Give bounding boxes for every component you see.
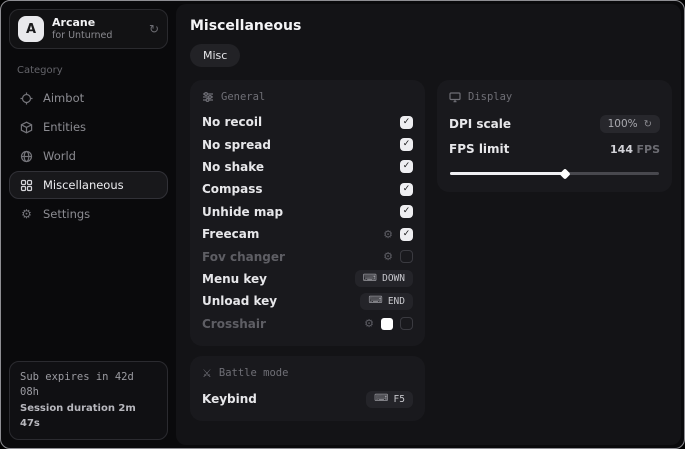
app-logo: A: [18, 16, 44, 42]
battle-mode-panel: ⚔ Battle mode Keybind ⌨F5: [190, 356, 425, 421]
sidebar-item-label: Miscellaneous: [43, 178, 124, 192]
row-compass: Compass ✓: [202, 178, 413, 200]
keyboard-icon: ⌨: [374, 394, 388, 404]
row-menu-key: Menu key ⌨DOWN: [202, 268, 413, 290]
panel-title: Battle mode: [219, 367, 289, 379]
keyboard-icon: ⌨: [363, 274, 377, 284]
globe-icon: [20, 150, 33, 163]
check-icon: ✓: [403, 185, 411, 194]
cube-icon: [20, 121, 33, 134]
page-title: Miscellaneous: [190, 18, 667, 34]
gear-icon: ⚙: [20, 207, 33, 221]
row-unhide-map: Unhide map ✓: [202, 201, 413, 223]
row-no-recoil: No recoil ✓: [202, 111, 413, 133]
reset-icon[interactable]: ↻: [644, 119, 652, 130]
fps-limit-slider[interactable]: [450, 172, 659, 175]
sidebar: A Arcane for Unturned ↻ Category Aimbot …: [1, 1, 176, 448]
no-recoil-checkbox[interactable]: ✓: [400, 116, 413, 129]
sidebar-item-label: Entities: [43, 120, 86, 134]
fps-slider-thumb[interactable]: [559, 168, 570, 179]
row-unload-key: Unload key ⌨END: [202, 290, 413, 312]
no-shake-checkbox[interactable]: ✓: [400, 160, 413, 173]
monitor-icon: [449, 91, 461, 103]
grid-icon: [20, 179, 33, 192]
battle-keybind-badge[interactable]: ⌨F5: [366, 391, 413, 408]
fps-value: 144: [610, 143, 633, 156]
app-card: A Arcane for Unturned ↻: [9, 9, 168, 49]
unload-key-badge[interactable]: ⌨END: [360, 293, 413, 310]
freecam-settings-gear-icon[interactable]: ⚙: [383, 229, 393, 240]
sliders-icon: [202, 91, 214, 103]
crosshair-color-swatch[interactable]: [381, 318, 393, 330]
menu-key-badge[interactable]: ⌨DOWN: [355, 270, 413, 287]
session-duration-text: Session duration 2m 47s: [20, 401, 157, 431]
row-no-spread: No spread ✓: [202, 133, 413, 155]
sidebar-item-label: Settings: [43, 207, 90, 221]
sidebar-item-settings[interactable]: ⚙ Settings: [9, 200, 168, 228]
row-crosshair: Crosshair ⚙ ✓: [202, 313, 413, 335]
row-keybind: Keybind ⌨F5: [202, 388, 413, 410]
sidebar-item-label: Aimbot: [43, 91, 84, 105]
check-icon: ✓: [403, 118, 411, 127]
app-window: A Arcane for Unturned ↻ Category Aimbot …: [0, 0, 685, 449]
row-fps-limit: FPS limit 144 FPS: [449, 137, 660, 161]
sidebar-item-world[interactable]: World: [9, 142, 168, 170]
row-freecam: Freecam ⚙ ✓: [202, 223, 413, 245]
fps-slider-fill: [450, 172, 565, 175]
panel-title: General: [221, 91, 265, 103]
sidebar-item-miscellaneous[interactable]: Miscellaneous: [9, 171, 168, 199]
row-dpi-scale: DPI scale 100% ↻: [449, 111, 660, 137]
fov-changer-checkbox[interactable]: ✓: [400, 250, 413, 263]
fps-unit: FPS: [637, 143, 661, 156]
check-icon: ✓: [403, 207, 411, 216]
dpi-scale-value[interactable]: 100% ↻: [600, 115, 660, 133]
main-area: Miscellaneous Misc General No recoil ✓ N…: [176, 4, 681, 445]
app-name: Arcane: [52, 16, 141, 30]
subscription-card: Sub expires in 42d 08h Session duration …: [9, 361, 168, 441]
tab-misc[interactable]: Misc: [190, 44, 240, 67]
display-panel: Display DPI scale 100% ↻ FPS limit 144 F…: [437, 80, 672, 192]
sidebar-item-label: World: [43, 149, 76, 163]
general-panel: General No recoil ✓ No spread ✓ No shake…: [190, 80, 425, 346]
sync-icon[interactable]: ↻: [149, 22, 159, 36]
row-no-shake: No shake ✓: [202, 156, 413, 178]
check-icon: ✓: [403, 230, 411, 239]
panel-title: Display: [468, 91, 512, 103]
swords-icon: ⚔: [202, 367, 212, 380]
category-label: Category: [17, 65, 168, 76]
check-icon: ✓: [403, 140, 411, 149]
compass-checkbox[interactable]: ✓: [400, 183, 413, 196]
sidebar-item-entities[interactable]: Entities: [9, 113, 168, 141]
app-subtitle: for Unturned: [52, 30, 141, 42]
row-fov-changer: Fov changer ⚙ ✓: [202, 245, 413, 267]
keyboard-icon: ⌨: [368, 296, 382, 306]
freecam-checkbox[interactable]: ✓: [400, 228, 413, 241]
crosshair-icon: [20, 92, 33, 105]
crosshair-checkbox[interactable]: ✓: [400, 317, 413, 330]
crosshair-settings-gear-icon[interactable]: ⚙: [364, 318, 374, 329]
check-icon: ✓: [403, 162, 411, 171]
sub-expires-text: Sub expires in 42d 08h: [20, 370, 157, 402]
sidebar-item-aimbot[interactable]: Aimbot: [9, 84, 168, 112]
unhide-map-checkbox[interactable]: ✓: [400, 205, 413, 218]
fov-settings-gear-icon[interactable]: ⚙: [383, 251, 393, 262]
no-spread-checkbox[interactable]: ✓: [400, 138, 413, 151]
